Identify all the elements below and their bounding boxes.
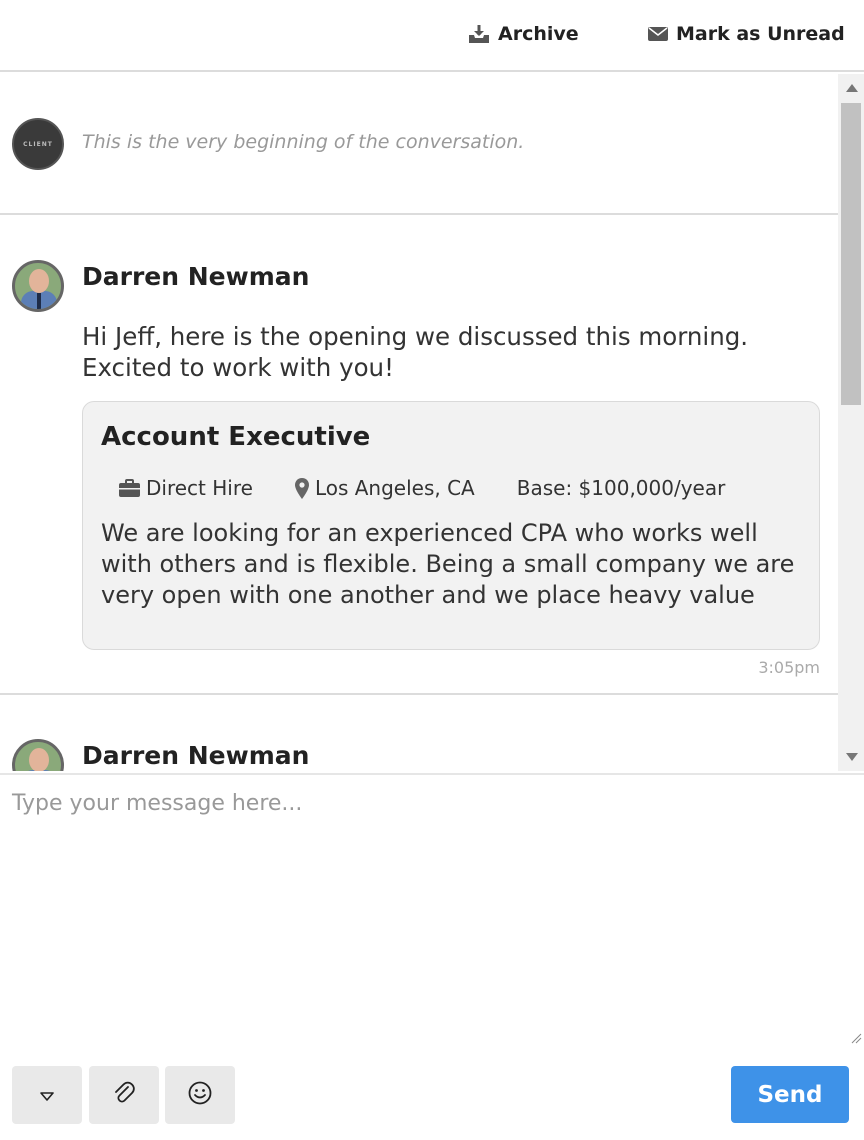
avatar: [12, 260, 64, 312]
message-sender: Darren Newman: [82, 262, 310, 291]
conversation-toolbar: Archive Mark as Unread: [0, 0, 864, 72]
avatar: [12, 739, 64, 771]
paperclip-icon: [113, 1081, 135, 1109]
job-location-label: Los Angeles, CA: [314, 476, 475, 500]
scroll-up-icon[interactable]: [846, 84, 858, 92]
composer-actions: Send: [0, 1048, 864, 1140]
briefcase-icon: [119, 479, 140, 497]
job-type: Direct Hire: [119, 476, 253, 500]
smiley-icon: [188, 1081, 212, 1109]
options-dropdown-button[interactable]: [12, 1066, 82, 1124]
archive-icon: [468, 24, 490, 44]
mark-as-unread-button[interactable]: Mark as Unread: [648, 20, 845, 48]
scroll-down-icon[interactable]: [846, 753, 858, 761]
message-sender: Darren Newman: [82, 741, 310, 770]
archive-button[interactable]: Archive: [468, 20, 579, 48]
conversation-start: CLIENT This is the very beginning of the…: [0, 74, 838, 215]
send-button[interactable]: Send: [731, 1066, 849, 1123]
job-location: Los Angeles, CA: [294, 476, 475, 500]
message-text: Hi Jeff, here is the opening we discusse…: [82, 322, 749, 382]
resize-grip-icon[interactable]: [850, 1032, 862, 1044]
message-input[interactable]: [0, 775, 864, 1047]
message: Darren Newman Hi Jeff, here is the openi…: [0, 217, 838, 695]
conversation-pane[interactable]: CLIENT This is the very beginning of the…: [0, 74, 838, 771]
client-avatar: CLIENT: [12, 118, 64, 170]
client-avatar-label: CLIENT: [23, 140, 53, 148]
conversation-start-text: This is the very beginning of the conver…: [82, 131, 525, 153]
caret-down-icon: [40, 1086, 54, 1105]
conversation-scrollbar[interactable]: [838, 74, 864, 771]
envelope-icon: [648, 26, 668, 42]
job-pay-label: Base: $100,000/year: [516, 476, 726, 500]
job-description: We are looking for an experienced CPA wh…: [101, 519, 795, 609]
scrollbar-thumb[interactable]: [841, 103, 861, 405]
archive-label: Archive: [498, 23, 579, 45]
map-pin-icon: [294, 477, 309, 499]
message-composer: [0, 773, 864, 1047]
job-type-label: Direct Hire: [146, 476, 253, 500]
message-timestamp: 3:05pm: [758, 658, 820, 677]
emoji-button[interactable]: [165, 1066, 235, 1124]
job-pay: Base: $100,000/year: [517, 476, 726, 500]
mark-as-unread-label: Mark as Unread: [676, 23, 845, 45]
attach-file-button[interactable]: [89, 1066, 159, 1124]
job-card[interactable]: Account Executive Direct Hire Los Angele…: [82, 401, 820, 650]
job-meta: Direct Hire Los Angeles, CA Base: $100,0…: [119, 476, 767, 500]
job-title: Account Executive: [101, 422, 371, 452]
message: Darren Newman: [0, 697, 838, 771]
